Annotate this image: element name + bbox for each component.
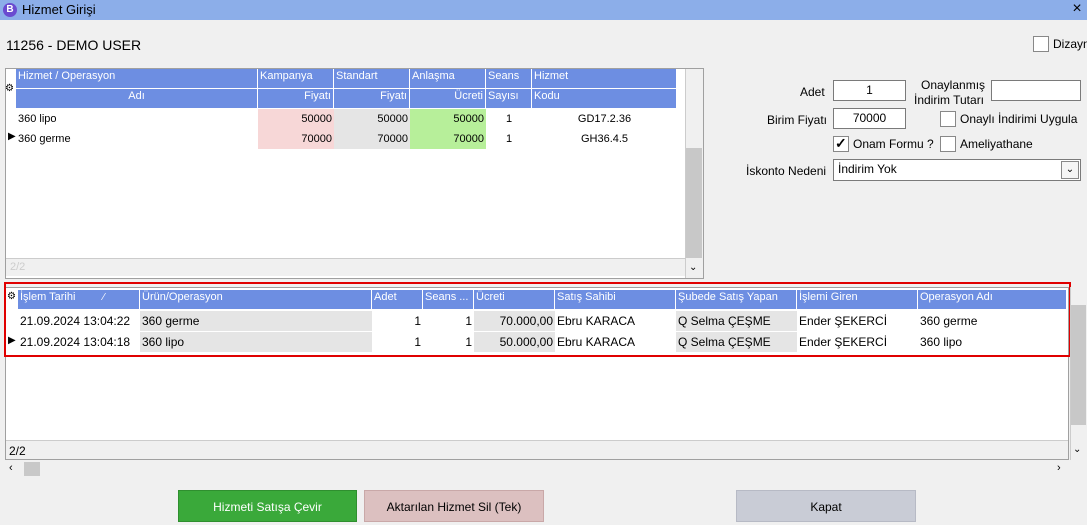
horizontal-scroll-thumb[interactable]	[24, 462, 40, 476]
onayli-tutar-input[interactable]	[991, 80, 1081, 101]
header-anlasma[interactable]: Anlaşma	[410, 69, 486, 88]
header-hizmet[interactable]: Hizmet / Operasyon	[16, 69, 258, 88]
table-row-seans[interactable]: 1	[486, 129, 532, 149]
table-row-anlasma[interactable]: 70000	[410, 129, 486, 149]
chevron-right-icon[interactable]: ›	[1057, 462, 1061, 474]
title-bar	[0, 0, 1087, 20]
ameliyathane-checkbox[interactable]	[940, 136, 956, 152]
grid-settings-icon[interactable]: ⚙	[5, 83, 14, 94]
table-row-standart[interactable]: 50000	[334, 109, 410, 129]
table-row-kod[interactable]: GH36.4.5	[532, 129, 677, 149]
adet-label: Adet	[800, 85, 825, 99]
table-row-ad[interactable]: 360 germe	[16, 129, 258, 149]
selection-highlight	[4, 282, 1071, 357]
onayli-label-1: Onaylanmış	[921, 78, 986, 92]
chevron-left-icon[interactable]: ‹	[9, 462, 13, 474]
onayli-indirim-label: Onaylı İndirimi Uygula	[960, 112, 1078, 126]
adet-input[interactable]: 1	[833, 80, 906, 101]
grid-footer-count: 2/2	[10, 261, 26, 273]
header-kampanya[interactable]: Kampanya	[258, 69, 334, 88]
table-row-seans[interactable]: 1	[486, 109, 532, 129]
kapat-button[interactable]: Kapat	[736, 490, 916, 522]
onam-formu-label: Onam Formu ?	[853, 137, 934, 151]
chevron-down-icon[interactable]: ⌄	[1061, 161, 1079, 179]
chevron-down-icon[interactable]: ⌄	[1073, 444, 1081, 455]
hizmeti-satisa-cevir-button[interactable]: Hizmeti Satışa Çevir	[178, 490, 357, 522]
header-adi[interactable]: Adı	[16, 89, 258, 108]
table-row-ad[interactable]: 360 lipo	[16, 109, 258, 129]
grid-footer	[6, 440, 1068, 459]
header-kodu[interactable]: Kodu	[532, 89, 677, 108]
onayli-indirim-checkbox[interactable]	[940, 111, 956, 127]
bottom-scroll-thumb[interactable]	[1071, 305, 1086, 425]
chevron-down-icon[interactable]: ⌄	[689, 262, 697, 273]
table-row-anlasma[interactable]: 50000	[410, 109, 486, 129]
header-kampanya-fiyati[interactable]: Fiyatı	[258, 89, 334, 108]
row-pointer-icon: ▶	[8, 131, 16, 142]
table-row-kampanya[interactable]: 50000	[258, 109, 334, 129]
top-scroll-thumb[interactable]	[686, 148, 702, 258]
close-icon[interactable]: ×	[1068, 0, 1086, 18]
user-label: 11256 - DEMO USER	[6, 37, 142, 53]
header-anlasma-ucreti[interactable]: Ücreti	[410, 89, 486, 108]
grid-footer-count: 2/2	[9, 444, 26, 458]
header-standart-fiyati[interactable]: Fiyatı	[334, 89, 410, 108]
header-standart[interactable]: Standart	[334, 69, 410, 88]
horizontal-scrollbar[interactable]	[6, 461, 1070, 477]
onam-formu-checkbox[interactable]	[833, 135, 849, 152]
table-row-standart[interactable]: 70000	[334, 129, 410, 149]
birim-fiyati-label: Birim Fiyatı	[767, 113, 827, 127]
app-icon: B	[3, 3, 17, 17]
header-seans-sayisi[interactable]: Sayısı	[486, 89, 532, 108]
ameliyathane-label: Ameliyathane	[960, 137, 1033, 151]
grid-footer	[6, 258, 685, 276]
header-seans[interactable]: Seans	[486, 69, 532, 88]
iskonto-nedeni-select[interactable]: İndirim Yok	[833, 159, 1081, 181]
iskonto-nedeni-label: İskonto Nedeni	[746, 164, 827, 178]
window-title: Hizmet Girişi	[22, 2, 96, 17]
onayli-label-2: İndirim Tutarı	[914, 93, 985, 107]
aktarilan-hizmet-sil-button[interactable]: Aktarılan Hizmet Sil (Tek)	[364, 490, 544, 522]
header-hizmet-kodu[interactable]: Hizmet	[532, 69, 677, 88]
dizayn-checkbox[interactable]	[1033, 36, 1049, 52]
birim-fiyati-input[interactable]: 70000	[833, 108, 906, 129]
table-row-kod[interactable]: GD17.2.36	[532, 109, 677, 129]
dizayn-label: Dizayn	[1053, 37, 1087, 51]
table-row-kampanya[interactable]: 70000	[258, 129, 334, 149]
